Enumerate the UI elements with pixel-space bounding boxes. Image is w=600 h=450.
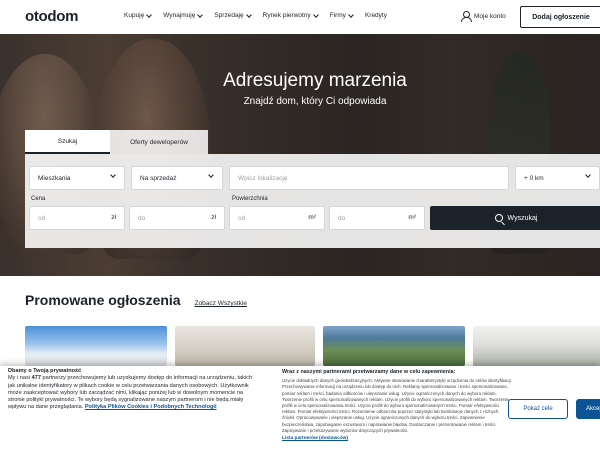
price-to-placeholder: do — [138, 214, 146, 222]
property-type-select[interactable]: Mieszkania — [29, 166, 125, 190]
chevron-down-icon — [146, 11, 153, 18]
accept-button[interactable]: Akceptuj — [576, 399, 600, 419]
nav-label: Firmy — [329, 12, 346, 19]
nav-label: Rynek pierwotny — [262, 12, 311, 19]
cookie-consent-banner: Dbamy o Twoją prywatność My i nasi 477 p… — [0, 366, 600, 450]
nav-item-kupuje[interactable]: Kupuję — [124, 11, 153, 19]
partners-list-link[interactable]: Lista partnerów (dostawców) — [282, 436, 512, 442]
otodom-logo[interactable]: otodom — [25, 8, 78, 25]
nav-item-wynajmuje[interactable]: Wynajmuję — [163, 11, 204, 19]
area-label: Powierzchnia — [232, 196, 268, 202]
chevron-down-icon — [197, 11, 204, 18]
my-account-label: Moje konto — [474, 12, 506, 20]
price-label: Cena — [31, 196, 46, 202]
nav-label: Kupuję — [124, 12, 145, 19]
area-unit: m² — [308, 214, 316, 221]
transaction-type-value: Na sprzedaż — [140, 174, 177, 182]
promoted-title: Promowane ogłoszenia — [25, 292, 181, 308]
consent-text: Dbamy o Twoją prywatność My i nasi 477 p… — [8, 368, 258, 412]
search-button-label: Wyszukaj — [507, 214, 538, 222]
cookie-policy-link[interactable]: Polityka Plików Cookies i Podobnych Tech… — [85, 404, 217, 410]
price-to-input[interactable]: do zł — [129, 206, 225, 230]
price-unit: zł — [211, 214, 216, 221]
location-input[interactable]: Wpisz lokalizację — [229, 166, 509, 190]
consent-purposes: Wraz z naszymi partnerami przetwarzamy d… — [282, 369, 512, 442]
add-listing-button[interactable]: Dodaj ogłoszenie — [520, 6, 600, 28]
show-purposes-button[interactable]: Pokaż cele — [508, 399, 568, 419]
property-type-value: Mieszkania — [38, 174, 71, 182]
radius-select[interactable]: + 0 km — [515, 166, 600, 190]
nav-item-firmy[interactable]: Firmy — [329, 11, 354, 19]
chevron-down-icon — [585, 172, 591, 178]
search-icon — [494, 214, 503, 222]
chevron-down-icon — [312, 11, 319, 18]
chevron-down-icon — [348, 11, 354, 18]
tab-developer-offers[interactable]: Oferty deweloperów — [110, 130, 208, 154]
purposes-body: Użycie dokładnych danych geolokalizacyjn… — [282, 378, 512, 433]
nav-item-kredyty[interactable]: Kredyty — [365, 12, 387, 19]
chevron-down-icon — [208, 172, 214, 178]
area-to-input[interactable]: do m² — [329, 206, 425, 230]
main-nav: Kupuję Wynajmuję Sprzedaję Rynek pierwot… — [124, 11, 387, 19]
see-all-link[interactable]: Zobacz Wszystkie — [195, 300, 247, 307]
nav-label: Sprzedaję — [214, 12, 244, 19]
price-from-placeholder: od — [38, 214, 46, 222]
hero-subtitle: Znajdź dom, który Ci odpowiada — [243, 96, 387, 107]
transaction-type-select[interactable]: Na sprzedaż — [131, 166, 223, 190]
consent-text-part1: My i nasi — [8, 375, 32, 382]
my-account-link[interactable]: Moje konto — [461, 11, 506, 22]
price-from-input[interactable]: od zł — [29, 206, 125, 230]
listing-card[interactable] — [473, 326, 600, 366]
chevron-down-icon — [110, 172, 116, 178]
hero-banner: Adresujemy marzenia Znajdź dom, który Ci… — [0, 34, 600, 276]
location-placeholder: Wpisz lokalizację — [238, 174, 288, 182]
chevron-down-icon — [245, 11, 252, 18]
nav-item-rynek-pierwotny[interactable]: Rynek pierwotny — [262, 11, 319, 19]
hero-title: Adresujemy marzenia — [223, 70, 407, 91]
search-panel: Mieszkania Na sprzedaż Wpisz lokalizację… — [25, 154, 600, 248]
nav-label: Wynajmuję — [163, 12, 196, 19]
nav-item-sprzedaje[interactable]: Sprzedaję — [214, 11, 252, 19]
price-unit: zł — [111, 214, 116, 221]
radius-value: + 0 km — [524, 174, 544, 182]
promoted-listings — [25, 326, 600, 366]
user-icon — [461, 11, 472, 22]
purposes-title: Wraz z naszymi partnerami przetwarzamy d… — [282, 369, 456, 375]
consent-heading: Dbamy o Twoją prywatność — [8, 368, 82, 374]
tab-search[interactable]: Szukaj — [25, 130, 110, 154]
area-from-input[interactable]: od m² — [229, 206, 325, 230]
top-navigation-bar: otodom Kupuję Wynajmuję Sprzedaję Rynek … — [0, 0, 600, 34]
search-tabs: Szukaj Oferty deweloperów — [25, 130, 208, 154]
nav-label: Kredyty — [364, 12, 387, 19]
listing-card[interactable] — [323, 326, 465, 366]
area-to-placeholder: do — [338, 214, 346, 222]
area-unit: m² — [408, 214, 416, 221]
promoted-header: Promowane ogłoszenia Zobacz Wszystkie — [25, 292, 247, 308]
consent-partners-count: 477 — [31, 375, 41, 382]
listing-card[interactable] — [25, 326, 167, 366]
search-button[interactable]: Wyszukaj — [430, 206, 600, 230]
listing-card[interactable] — [175, 326, 315, 366]
area-from-placeholder: od — [238, 214, 246, 222]
